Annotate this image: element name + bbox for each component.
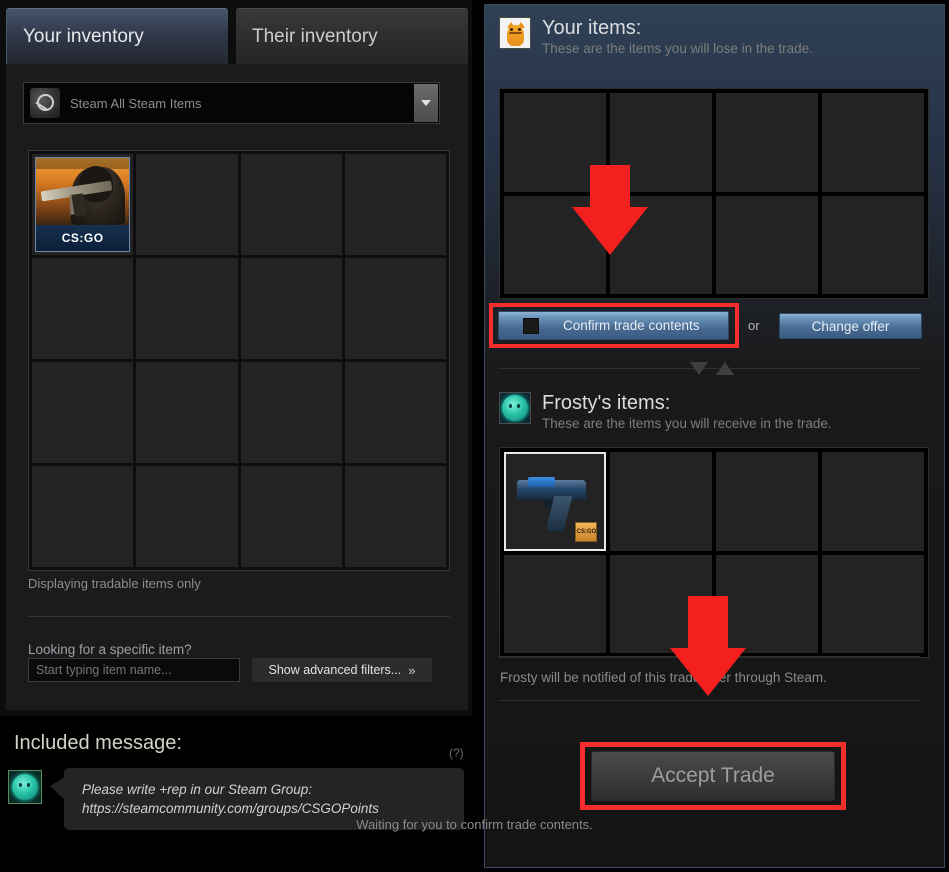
inventory-slot[interactable]: [136, 466, 238, 567]
csgo-game-badge: CS:GO: [575, 521, 597, 542]
your-avatar: [499, 17, 531, 49]
inventory-body: Steam All Steam Items CS:GO Displaying t…: [6, 64, 468, 710]
advanced-filters-label: Show advanced filters...: [268, 663, 402, 677]
inventory-slot[interactable]: [136, 362, 238, 463]
confirm-button-label: Confirm trade contents: [563, 318, 700, 333]
trade-slot[interactable]: [610, 452, 712, 551]
accept-trade-label: Accept Trade: [651, 764, 775, 787]
change-offer-label: Change offer: [811, 318, 890, 334]
inventory-slot[interactable]: [240, 258, 342, 359]
inventory-slot[interactable]: [344, 154, 446, 255]
search-label: Looking for a specific item?: [28, 642, 192, 657]
help-icon[interactable]: (?): [449, 746, 464, 760]
inventory-grid: CS:GO: [28, 150, 450, 571]
inventory-panel: Your inventory Their inventory Steam All…: [0, 0, 472, 716]
trade-summary-panel: Your items: These are the items you will…: [484, 4, 945, 868]
trade-slot[interactable]: [504, 554, 606, 653]
confirm-trade-contents-button[interactable]: Confirm trade contents: [498, 311, 729, 340]
your-items-grid: [499, 88, 929, 299]
trade-slot[interactable]: [716, 195, 818, 294]
their-items-grid: CS:GO: [499, 447, 929, 658]
csgo-trading-card[interactable]: CS:GO: [35, 157, 131, 252]
app-filter-dropdown[interactable]: Steam All Steam Items: [23, 82, 440, 124]
inventory-tabs: Your inventory Their inventory: [0, 8, 472, 64]
inventory-slot[interactable]: [240, 362, 342, 463]
card-game-label: CS:GO: [36, 225, 130, 251]
chevron-down-icon[interactable]: [414, 84, 438, 122]
tab-your-inventory[interactable]: Your inventory: [6, 8, 228, 64]
trade-offer-window: Your inventory Their inventory Steam All…: [0, 0, 949, 872]
steam-icon: [30, 88, 60, 118]
inventory-slot[interactable]: [32, 362, 134, 463]
confirm-checkbox[interactable]: [523, 317, 539, 334]
your-items-subtitle: These are the items you will lose in the…: [542, 41, 813, 56]
tab-their-inventory[interactable]: Their inventory: [236, 8, 468, 64]
trade-slot[interactable]: [610, 554, 712, 653]
your-items-header: Your items: These are the items you will…: [485, 5, 944, 56]
trade-slot[interactable]: [716, 452, 818, 551]
trade-slot[interactable]: [504, 195, 606, 294]
their-avatar: [499, 392, 531, 424]
inventory-slot[interactable]: [32, 258, 134, 359]
search-input[interactable]: [28, 658, 240, 682]
frosty-avatar-icon: [12, 774, 38, 800]
trade-slot-item[interactable]: CS:GO: [504, 452, 606, 551]
trade-slot[interactable]: [822, 195, 924, 294]
chevron-double-down-icon: »: [408, 662, 416, 678]
inventory-slot[interactable]: [32, 466, 134, 567]
change-offer-button[interactable]: Change offer: [779, 313, 922, 339]
trade-slot[interactable]: [610, 93, 712, 192]
their-items-header: Frosty's items: These are the items you …: [485, 380, 832, 431]
inventory-slot[interactable]: [136, 258, 238, 359]
tradable-items-note: Displaying tradable items only: [28, 576, 201, 591]
app-filter-label: Steam All Steam Items: [70, 95, 202, 111]
inventory-slot[interactable]: [240, 466, 342, 567]
inventory-slot[interactable]: [344, 362, 446, 463]
trade-slot[interactable]: [822, 554, 924, 653]
trade-slot[interactable]: [716, 554, 818, 653]
included-message-title: Included message:: [14, 732, 182, 754]
arrow-up-icon: [716, 361, 734, 375]
trade-slot[interactable]: [716, 93, 818, 192]
game-badge-label: CS:GO: [576, 528, 597, 535]
trade-slot[interactable]: [822, 452, 924, 551]
message-avatar: [8, 770, 42, 804]
or-label: or: [748, 318, 760, 333]
their-items-title: Frosty's items:: [542, 392, 671, 414]
accept-trade-button[interactable]: Accept Trade: [591, 751, 835, 801]
message-line-2: https://steamcommunity.com/groups/CSGOPo…: [82, 801, 379, 816]
tab-your-inventory-label: Your inventory: [23, 25, 144, 47]
trade-status-text: Waiting for you to confirm trade content…: [356, 817, 593, 832]
tab-their-inventory-label: Their inventory: [252, 25, 378, 47]
divider: [28, 616, 450, 617]
inventory-slot[interactable]: [344, 466, 446, 567]
section-divider: [498, 700, 920, 701]
notify-text: Frosty will be notified of this trade of…: [500, 670, 827, 685]
included-message-section: Included message: (?) Please write +rep …: [0, 718, 472, 872]
trade-slot[interactable]: [822, 93, 924, 192]
inventory-slot[interactable]: [136, 154, 238, 255]
card-artwork: [36, 158, 130, 225]
your-items-title: Your items:: [542, 17, 642, 39]
swap-arrows-icon: [682, 353, 742, 383]
inventory-slot[interactable]: [344, 258, 446, 359]
trade-slot[interactable]: [504, 93, 606, 192]
inventory-slot[interactable]: [240, 154, 342, 255]
trade-slot[interactable]: [610, 195, 712, 294]
show-advanced-filters-button[interactable]: Show advanced filters... »: [252, 658, 432, 682]
csgo-pistol-skin: CS:GO: [510, 458, 600, 545]
their-items-subtitle: These are the items you will receive in …: [542, 416, 832, 431]
inventory-slot-item[interactable]: CS:GO: [32, 154, 134, 255]
section-divider: [498, 656, 920, 657]
frosty-avatar-icon: [502, 395, 528, 421]
message-line-1: Please write +rep in our Steam Group:: [82, 782, 312, 797]
arrow-down-icon: [690, 361, 708, 375]
